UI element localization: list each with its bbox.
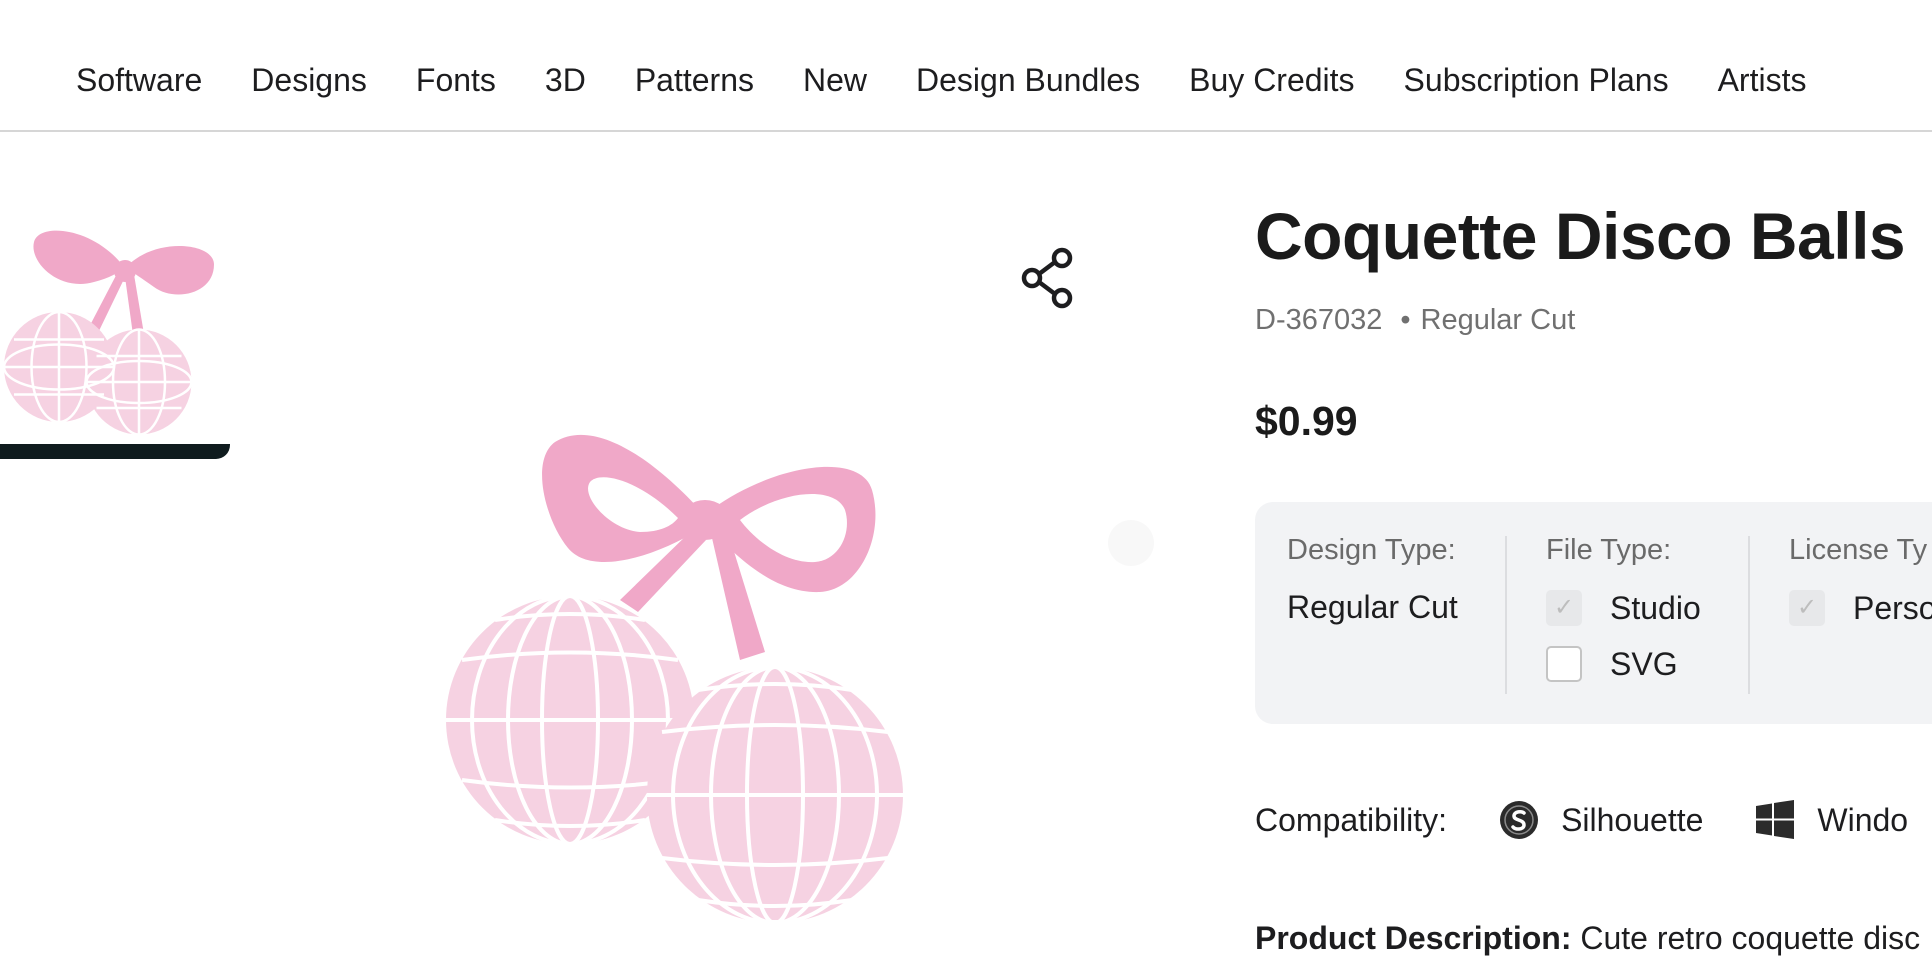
license-option-personal[interactable]: Perso bbox=[1789, 589, 1932, 627]
nav-item-patterns[interactable]: Patterns bbox=[635, 56, 754, 104]
svg-checkbox[interactable] bbox=[1546, 646, 1582, 682]
meta-separator: • bbox=[1400, 304, 1411, 336]
nav-item-3d[interactable]: 3D bbox=[545, 56, 586, 104]
nav-item-new[interactable]: New bbox=[803, 56, 867, 104]
options-divider bbox=[1748, 536, 1750, 694]
compatibility-label: Compatibility: bbox=[1255, 801, 1448, 838]
product-title: Coquette Disco Balls bbox=[1255, 199, 1906, 273]
windows-logo-icon bbox=[1756, 800, 1795, 839]
nav-item-subscription-plans[interactable]: Subscription Plans bbox=[1404, 56, 1669, 104]
license-type-label: License Ty bbox=[1789, 534, 1928, 566]
design-type-value: Regular Cut bbox=[1287, 589, 1458, 625]
product-meta: D-367032 • Regular Cut bbox=[1255, 304, 1575, 337]
product-thumbnail[interactable] bbox=[0, 201, 230, 459]
svg-label: SVG bbox=[1610, 645, 1678, 682]
compat-windows: Windo bbox=[1755, 800, 1908, 840]
windows-label: Windo bbox=[1817, 801, 1909, 838]
product-id: D-367032 bbox=[1255, 304, 1383, 336]
thumbnail-image bbox=[2, 230, 214, 436]
product-cut-type: Regular Cut bbox=[1420, 304, 1576, 336]
gallery-next-hint[interactable] bbox=[1108, 520, 1154, 566]
personal-license-checkbox[interactable] bbox=[1789, 590, 1825, 626]
design-type-label: Design Type: bbox=[1287, 534, 1456, 566]
file-type-column: File Type: Studio SVG bbox=[1546, 534, 1701, 683]
description-label: Product Description: bbox=[1255, 920, 1572, 956]
silhouette-label: Silhouette bbox=[1561, 801, 1704, 838]
product-price: $0.99 bbox=[1255, 398, 1358, 444]
share-button[interactable] bbox=[1018, 246, 1078, 310]
description-text: Cute retro coquette disc bbox=[1580, 920, 1921, 956]
product-main-image[interactable] bbox=[440, 420, 960, 925]
nav-item-software[interactable]: Software bbox=[76, 56, 202, 104]
coquette-disco-balls-illustration bbox=[446, 434, 903, 925]
silhouette-logo-icon bbox=[1500, 801, 1539, 839]
file-type-option-svg[interactable]: SVG bbox=[1546, 645, 1701, 683]
license-type-column: License Ty Perso bbox=[1789, 534, 1932, 627]
top-nav: Software Designs Fonts 3D Patterns New D… bbox=[0, 0, 1932, 132]
studio-label: Studio bbox=[1610, 589, 1701, 626]
options-divider bbox=[1505, 536, 1507, 694]
product-options-panel: Design Type: Regular Cut File Type: Stud… bbox=[1255, 502, 1932, 724]
file-type-label: File Type: bbox=[1546, 534, 1672, 566]
nav-item-buy-credits[interactable]: Buy Credits bbox=[1189, 56, 1354, 104]
nav-item-artists[interactable]: Artists bbox=[1718, 56, 1807, 104]
product-description: Product Description: Cute retro coquette… bbox=[1255, 920, 1920, 957]
compat-silhouette: Silhouette bbox=[1499, 800, 1703, 840]
studio-checkbox[interactable] bbox=[1546, 590, 1582, 626]
file-type-option-studio[interactable]: Studio bbox=[1546, 589, 1701, 627]
share-icon bbox=[1021, 247, 1073, 309]
nav-item-design-bundles[interactable]: Design Bundles bbox=[916, 56, 1140, 104]
personal-license-label: Perso bbox=[1853, 589, 1932, 626]
nav-menu: Software Designs Fonts 3D Patterns New D… bbox=[76, 56, 1855, 104]
thumbnail-selected-indicator bbox=[0, 444, 230, 459]
nav-item-fonts[interactable]: Fonts bbox=[416, 56, 496, 104]
nav-item-designs[interactable]: Designs bbox=[251, 56, 367, 104]
design-type-column: Design Type: Regular Cut bbox=[1287, 534, 1458, 626]
compatibility-row: Compatibility: Silhouette Windo bbox=[1255, 800, 1908, 840]
